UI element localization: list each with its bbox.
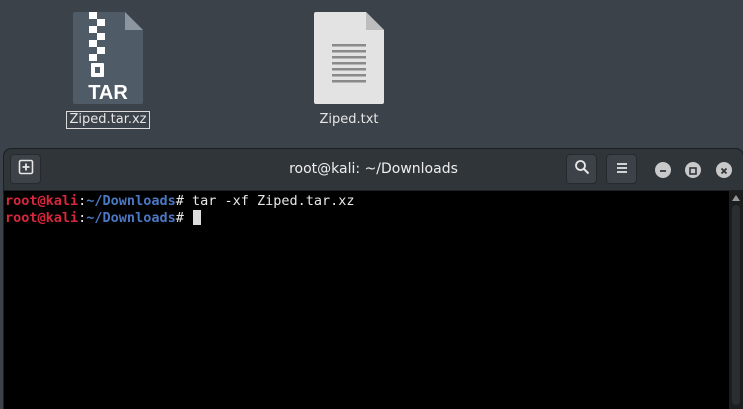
maximize-icon <box>688 161 698 180</box>
desktop-icon-label: Ziped.txt <box>319 112 379 127</box>
prompt-path: ~/Downloads <box>86 210 176 226</box>
text-cursor <box>192 210 201 225</box>
new-tab-icon <box>18 159 34 179</box>
prompt-user: root@kali <box>5 193 79 209</box>
terminal-scrollbar[interactable] <box>729 191 743 409</box>
terminal-output[interactable]: root@kali:~/Downloads# tar -xf Ziped.tar… <box>4 191 726 409</box>
terminal-titlebar[interactable]: root@kali: ~/Downloads <box>4 149 743 191</box>
command-text <box>184 210 192 226</box>
desktop-icon-label: Ziped.tar.xz <box>66 111 150 129</box>
hamburger-menu-icon <box>615 160 629 179</box>
minimize-button[interactable] <box>655 162 671 178</box>
new-tab-button[interactable] <box>10 154 41 184</box>
prompt-path: ~/Downloads <box>86 193 176 209</box>
close-button[interactable] <box>716 162 732 178</box>
close-icon <box>719 161 729 180</box>
menu-button[interactable] <box>606 154 637 184</box>
desktop: TAR Ziped.tar.xz Ziped.txt root@kali: ~/… <box>0 0 743 409</box>
search-button[interactable] <box>566 154 597 184</box>
desktop-icon-text-file[interactable]: Ziped.txt <box>294 10 404 128</box>
terminal-line: root@kali:~/Downloads# <box>5 210 726 227</box>
prompt-symbol: # <box>175 210 184 226</box>
prompt-user: root@kali <box>5 210 79 226</box>
terminal-window[interactable]: root@kali: ~/Downloads root@kali:~/Downl… <box>4 149 743 409</box>
prompt-symbol: # <box>175 193 184 209</box>
command-text: tar -xf Ziped.tar.xz <box>183 193 355 209</box>
terminal-line: root@kali:~/Downloads# tar -xf Ziped.tar… <box>5 193 726 210</box>
text-file-icon <box>294 10 404 108</box>
scroll-up-arrow-icon[interactable] <box>732 195 740 201</box>
scrollbar-thumb[interactable] <box>732 205 740 405</box>
tar-badge: TAR <box>88 82 128 104</box>
desktop-icon-tar-archive[interactable]: TAR Ziped.tar.xz <box>53 10 163 129</box>
tar-file-icon: TAR <box>53 10 163 108</box>
search-icon <box>574 159 590 179</box>
minimize-icon <box>658 161 668 180</box>
maximize-button[interactable] <box>685 162 701 178</box>
